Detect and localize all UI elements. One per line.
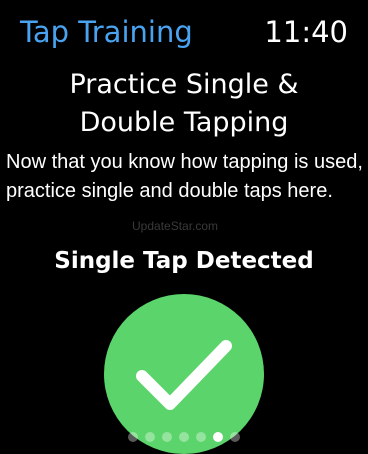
heading-line-1: Practice Single & xyxy=(69,69,299,100)
page-indicator xyxy=(0,432,368,444)
page-dot xyxy=(213,432,223,442)
clock: 11:40 xyxy=(264,15,348,49)
page-dot xyxy=(162,432,172,442)
instructions-text: Now that you know how tapping is used, p… xyxy=(6,151,363,202)
page-dot xyxy=(179,432,189,442)
tap-status-text: Single Tap Detected xyxy=(54,248,314,274)
back-title-button[interactable]: Tap Training xyxy=(20,14,193,50)
status-bar: Tap Training 11:40 xyxy=(0,0,368,64)
watermark: UpdateStar.com xyxy=(132,219,219,233)
page-dot xyxy=(145,432,155,442)
checkmark-icon xyxy=(136,340,232,410)
page-dot xyxy=(230,432,240,442)
tap-target-circle[interactable] xyxy=(104,294,264,454)
page-dot xyxy=(128,432,138,442)
page-heading: Practice Single & Double Tapping xyxy=(0,66,368,142)
page-dot xyxy=(196,432,206,442)
heading-line-2: Double Tapping xyxy=(79,107,289,138)
